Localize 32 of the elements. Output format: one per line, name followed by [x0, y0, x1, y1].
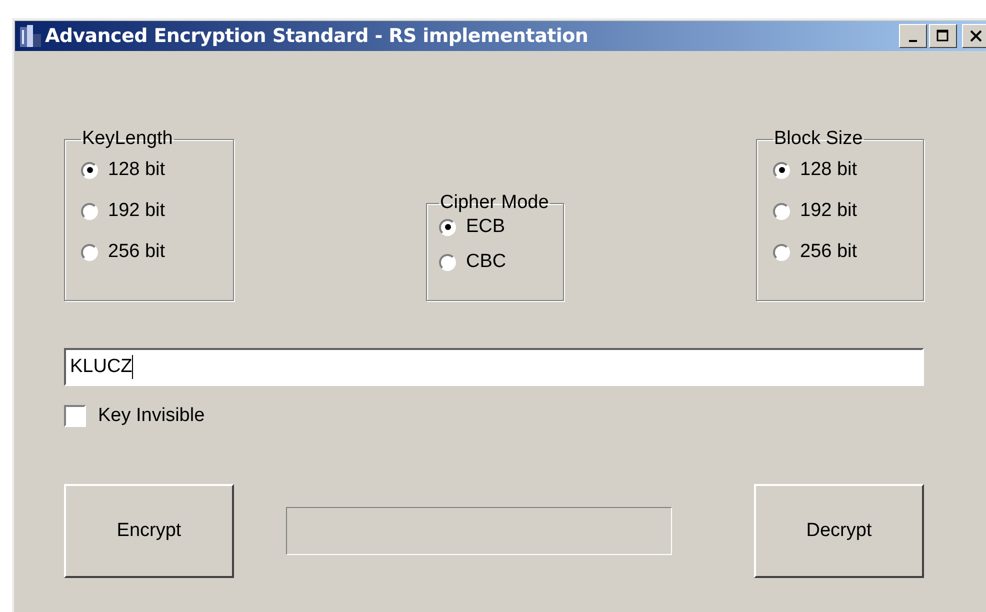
radio-button[interactable]	[439, 254, 456, 270]
close-button[interactable]	[962, 24, 986, 48]
radio-label: ECB	[466, 216, 506, 238]
radio-label: 128 bit	[108, 159, 166, 181]
radio-button[interactable]	[773, 244, 790, 260]
decrypt-button[interactable]: Decrypt	[754, 484, 924, 578]
minimize-button[interactable]	[899, 24, 927, 48]
radio-label: 192 bit	[108, 200, 166, 222]
group-title: KeyLength	[81, 128, 174, 150]
radio-button[interactable]	[773, 162, 790, 178]
radio-button[interactable]	[81, 244, 98, 260]
checkbox-label: Key Invisible	[98, 405, 205, 427]
window-title: Advanced Encryption Standard - RS implementation	[45, 25, 588, 47]
group-title: Cipher Mode	[439, 192, 550, 214]
radio-button[interactable]	[773, 202, 790, 220]
radio-label: 128 bit	[800, 159, 858, 181]
radio-button[interactable]	[81, 162, 98, 178]
key-field[interactable]: KLUCZ	[64, 348, 924, 386]
maximize-button[interactable]	[929, 24, 957, 48]
buildings-icon	[19, 24, 43, 48]
maximize-icon	[936, 29, 950, 43]
radio-button[interactable]	[81, 202, 98, 220]
minimize-icon	[909, 40, 917, 42]
close-icon	[969, 29, 983, 43]
radio-option[interactable]: CBC	[439, 240, 551, 284]
radio-label: 256 bit	[108, 241, 166, 263]
radio-label: 256 bit	[800, 241, 858, 263]
radio-button[interactable]	[439, 218, 456, 236]
encrypt-button[interactable]: Encrypt	[64, 484, 234, 578]
checkbox[interactable]	[64, 405, 86, 427]
radio-label: 192 bit	[800, 200, 858, 222]
radio-label: CBC	[466, 251, 506, 273]
